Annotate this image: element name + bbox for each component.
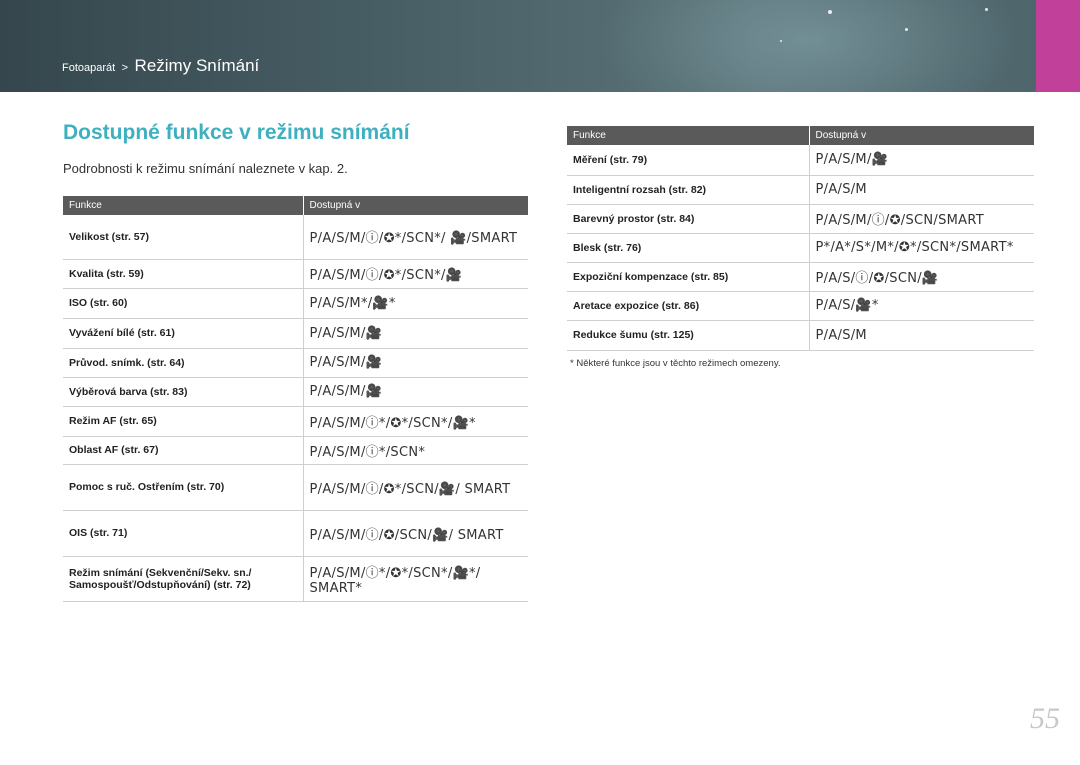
available-modes: P/A/S/M/🎥 — [302, 377, 528, 407]
table-row: Oblast AF (str. 67) P/A/S/M/ⓘ*/SCN* — [63, 436, 528, 465]
available-modes: P/A/S/🎥* — [808, 291, 1034, 321]
sparkle-decoration — [985, 8, 988, 11]
available-modes: P/A/S/M/ⓘ/✪*/SCN*/🎥 — [302, 259, 528, 289]
table-row: Redukce šumu (str. 125) P/A/S/M — [567, 320, 1034, 351]
function-name: Expoziční kompenzace (str. 85) — [567, 262, 809, 292]
table-row: Vyvážení bílé (str. 61) P/A/S/M/🎥 — [63, 318, 528, 349]
sparkle-decoration — [828, 10, 832, 14]
table-row: Blesk (str. 76) P*/A*/S*/M*/✪*/SCN*/SMAR… — [567, 233, 1034, 263]
available-modes: P/A/S/M/ⓘ*/✪*/SCN*/🎥* — [302, 406, 528, 437]
table-row: ISO (str. 60) P/A/S/M*/🎥* — [63, 288, 528, 319]
available-modes: P/A/S/M/ⓘ/✪*/SCN/🎥/ SMART — [302, 464, 528, 511]
page-title: Dostupné funkce v režimu snímání — [63, 121, 410, 144]
function-name: ISO (str. 60) — [63, 288, 303, 319]
column-header-funkce: Funkce — [567, 126, 809, 145]
available-modes: P/A/S/M/ⓘ/✪/SCN/🎥/ SMART — [302, 510, 528, 557]
available-modes: P/A/S/M/ⓘ/✪/SCN/SMART — [808, 204, 1034, 234]
available-modes: P/A/S/M/🎥 — [808, 145, 1034, 176]
available-modes: P/A/S/M — [808, 320, 1034, 351]
column-header-dostupna: Dostupná v — [302, 196, 528, 215]
page-number: 55 — [1030, 702, 1060, 735]
breadcrumb: Fotoaparát > Režimy Snímání — [62, 56, 259, 76]
table-row: Průvod. snímk. (str. 64) P/A/S/M/🎥 — [63, 348, 528, 378]
sparkle-decoration — [905, 28, 908, 31]
table-row: Kvalita (str. 59) P/A/S/M/ⓘ/✪*/SCN*/🎥 — [63, 259, 528, 289]
table-row: Velikost (str. 57) P/A/S/M/ⓘ/✪*/SCN*/ 🎥/… — [63, 215, 528, 260]
available-modes: P/A/S/M/ⓘ*/SCN* — [302, 436, 528, 465]
table-row: Expoziční kompenzace (str. 85) P/A/S/ⓘ/✪… — [567, 262, 1034, 292]
available-modes: P/A/S/M/ⓘ*/✪*/SCN*/🎥*/ SMART* — [302, 556, 528, 602]
right-functions-table: Funkce Dostupná v Měření (str. 79) P/A/S… — [567, 126, 1034, 351]
function-name: Kvalita (str. 59) — [63, 259, 303, 289]
left-functions-table: Funkce Dostupná v Velikost (str. 57) P/A… — [63, 196, 528, 602]
function-name: Režim AF (str. 65) — [63, 406, 303, 437]
table-row: Režim AF (str. 65) P/A/S/M/ⓘ*/✪*/SCN*/🎥* — [63, 406, 528, 437]
function-name: Režim snímání (Sekvenční/Sekv. sn./ Samo… — [63, 556, 303, 602]
function-name: Barevný prostor (str. 84) — [567, 204, 809, 234]
header-banner: Fotoaparát > Režimy Snímání — [0, 0, 1080, 92]
function-name: Velikost (str. 57) — [63, 215, 303, 260]
function-name: Inteligentní rozsah (str. 82) — [567, 175, 809, 205]
intro-text: Podrobnosti k režimu snímání naleznete v… — [63, 161, 348, 176]
available-modes: P/A/S/M/🎥 — [302, 348, 528, 378]
column-header-dostupna: Dostupná v — [808, 126, 1034, 145]
function-name: Aretace expozice (str. 86) — [567, 291, 809, 321]
available-modes: P/A/S/M — [808, 175, 1034, 205]
breadcrumb-parent[interactable]: Fotoaparát — [62, 62, 115, 74]
available-modes: P*/A*/S*/M*/✪*/SCN*/SMART* — [808, 233, 1034, 263]
column-header-funkce: Funkce — [63, 196, 303, 215]
banner-glow — [600, 0, 1020, 92]
table-row: Režim snímání (Sekvenční/Sekv. sn./ Samo… — [63, 556, 528, 602]
available-modes: P/A/S/M*/🎥* — [302, 288, 528, 319]
table-row: Aretace expozice (str. 86) P/A/S/🎥* — [567, 291, 1034, 321]
table-row: Výběrová barva (str. 83) P/A/S/M/🎥 — [63, 377, 528, 407]
function-name: OIS (str. 71) — [63, 510, 303, 557]
table-row: Barevný prostor (str. 84) P/A/S/M/ⓘ/✪/SC… — [567, 204, 1034, 234]
breadcrumb-separator: > — [121, 62, 129, 74]
chapter-tab — [1036, 0, 1080, 92]
function-name: Průvod. snímk. (str. 64) — [63, 348, 303, 378]
available-modes: P/A/S/M/ⓘ/✪*/SCN*/ 🎥/SMART — [302, 215, 528, 260]
table-row: Pomoc s ruč. Ostřením (str. 70) P/A/S/M/… — [63, 464, 528, 511]
footnote: * Některé funkce jsou v těchto režimech … — [570, 358, 781, 369]
breadcrumb-current: Režimy Snímání — [134, 56, 260, 75]
function-name: Redukce šumu (str. 125) — [567, 320, 809, 351]
function-name: Oblast AF (str. 67) — [63, 436, 303, 465]
function-name: Pomoc s ruč. Ostřením (str. 70) — [63, 464, 303, 511]
function-name: Blesk (str. 76) — [567, 233, 809, 263]
sparkle-decoration — [780, 40, 782, 42]
function-name: Výběrová barva (str. 83) — [63, 377, 303, 407]
available-modes: P/A/S/M/🎥 — [302, 318, 528, 349]
table-row: Měření (str. 79) P/A/S/M/🎥 — [567, 145, 1034, 176]
function-name: Vyvážení bílé (str. 61) — [63, 318, 303, 349]
table-row: OIS (str. 71) P/A/S/M/ⓘ/✪/SCN/🎥/ SMART — [63, 510, 528, 557]
function-name: Měření (str. 79) — [567, 145, 809, 176]
table-row: Inteligentní rozsah (str. 82) P/A/S/M — [567, 175, 1034, 205]
available-modes: P/A/S/ⓘ/✪/SCN/🎥 — [808, 262, 1034, 292]
